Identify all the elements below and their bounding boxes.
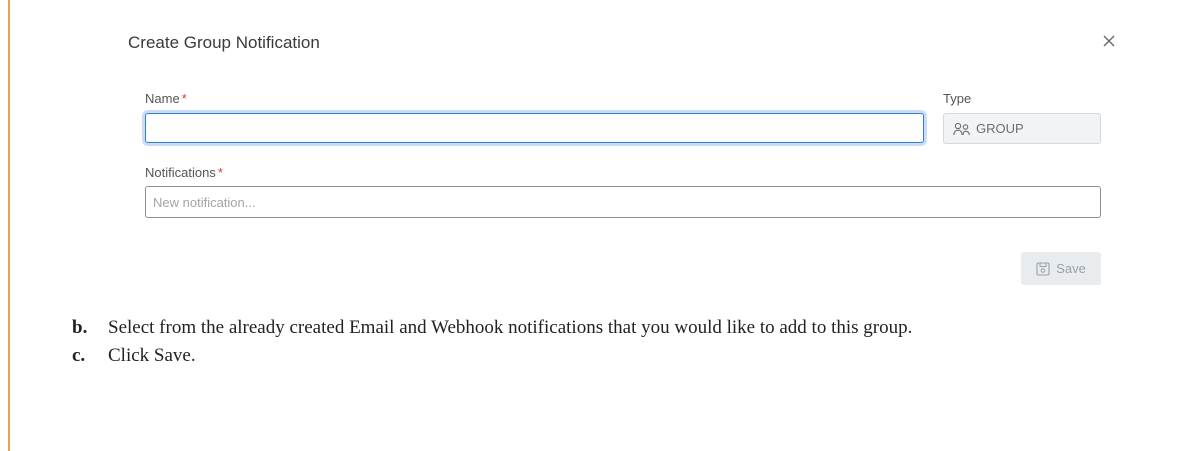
step-text: Select from the already created Email an… [108, 317, 913, 338]
close-icon[interactable] [1098, 30, 1120, 52]
group-users-icon [953, 122, 971, 135]
name-field-label: Name * [145, 91, 187, 106]
required-marker: * [181, 91, 187, 106]
save-icon [1036, 261, 1050, 276]
required-marker: * [217, 165, 223, 180]
type-field: GROUP [943, 113, 1101, 144]
name-label-text: Name [145, 91, 180, 106]
type-value: GROUP [976, 121, 1024, 136]
notifications-field-label: Notifications * [145, 165, 223, 180]
step-text: Click Save. [108, 345, 196, 366]
save-button[interactable]: Save [1021, 252, 1101, 285]
step-c: c. Click Save. [72, 344, 1152, 368]
notifications-input[interactable] [145, 186, 1101, 218]
step-letter: b. [72, 317, 88, 338]
type-field-label: Type [943, 91, 972, 106]
notifications-label-text: Notifications [145, 165, 216, 180]
dialog-title: Create Group Notification [128, 33, 320, 52]
name-input[interactable] [145, 113, 924, 143]
step-letter: c. [72, 345, 86, 366]
create-group-notification-dialog: Create Group Notification Name * Type GRO… [0, 0, 1202, 310]
step-b: b. Select from the already created Email… [72, 316, 1152, 340]
instruction-steps: b. Select from the already created Email… [72, 316, 1152, 372]
save-button-label: Save [1056, 261, 1086, 276]
